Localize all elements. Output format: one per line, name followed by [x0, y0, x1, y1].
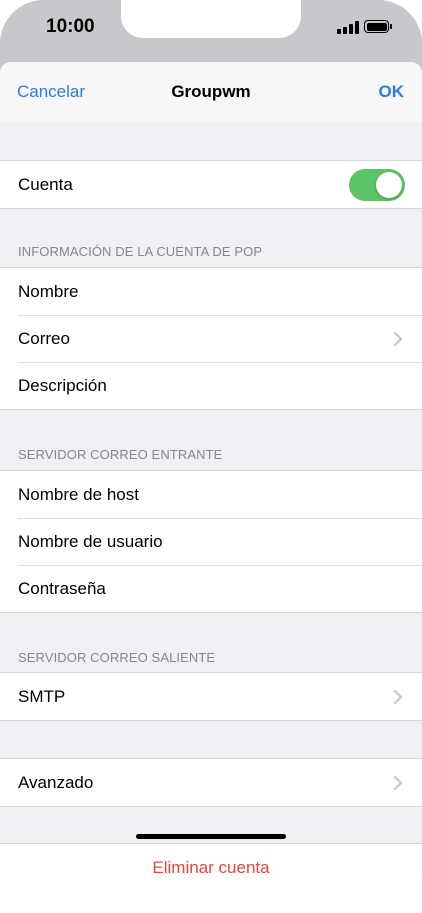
- delete-account-button[interactable]: Eliminar cuenta: [0, 844, 422, 891]
- incoming-group: Nombre de host Nombre de usuario Contras…: [0, 470, 422, 613]
- navigation-bar: Cancelar Groupwm OK: [0, 62, 422, 122]
- chevron-right-icon: [394, 776, 402, 790]
- description-label: Descripción: [18, 375, 107, 395]
- battery-cap: [390, 24, 392, 29]
- status-time: 10:00: [46, 16, 95, 37]
- email-row[interactable]: Correo: [0, 315, 422, 362]
- outgoing-section-header: SERVIDOR CORREO SALIENTE: [18, 650, 216, 665]
- description-row[interactable]: Descripción: [0, 362, 422, 409]
- password-label: Contraseña: [18, 578, 106, 598]
- password-row[interactable]: Contraseña: [0, 565, 422, 612]
- chevron-right-icon: [394, 332, 402, 346]
- status-bar: 10:00: [0, 0, 422, 62]
- username-row[interactable]: Nombre de usuario: [0, 518, 422, 565]
- name-row[interactable]: Nombre: [0, 268, 422, 315]
- ok-button[interactable]: OK: [379, 82, 405, 102]
- hostname-row[interactable]: Nombre de host: [0, 471, 422, 518]
- advanced-label: Avanzado: [18, 772, 94, 792]
- cellular-signal-icon: [337, 21, 359, 34]
- advanced-row[interactable]: Avanzado: [0, 759, 422, 806]
- notch: [121, 0, 301, 38]
- account-label: Cuenta: [18, 174, 73, 194]
- outgoing-group: SMTP: [0, 672, 422, 721]
- delete-account-label: Eliminar cuenta: [152, 857, 270, 877]
- incoming-section-header: SERVIDOR CORREO ENTRANTE: [18, 447, 223, 462]
- battery-icon: [364, 20, 389, 33]
- pop-section-header: INFORMACIÓN DE LA CUENTA DE POP: [18, 244, 263, 259]
- name-label: Nombre: [18, 281, 79, 301]
- email-label: Correo: [18, 328, 70, 348]
- account-settings-sheet: Cancelar Groupwm OK Cuenta INFORMACIÓN D…: [0, 62, 422, 913]
- advanced-group: Avanzado: [0, 758, 422, 807]
- toggle-knob: [376, 172, 402, 198]
- device-frame: 10:00 Cancelar Groupwm OK Cuenta INFORMA…: [0, 0, 422, 913]
- account-toggle[interactable]: [349, 169, 405, 201]
- account-group: Cuenta: [0, 160, 422, 209]
- cancel-button[interactable]: Cancelar: [17, 82, 85, 102]
- smtp-row[interactable]: SMTP: [0, 673, 422, 720]
- smtp-label: SMTP: [18, 686, 66, 706]
- account-row: Cuenta: [0, 161, 422, 208]
- delete-group: Eliminar cuenta: [0, 843, 422, 913]
- chevron-right-icon: [394, 690, 402, 704]
- pop-group: Nombre Correo Descripción: [0, 267, 422, 410]
- username-label: Nombre de usuario: [18, 531, 163, 551]
- hostname-label: Nombre de host: [18, 484, 139, 504]
- home-indicator: [136, 834, 286, 839]
